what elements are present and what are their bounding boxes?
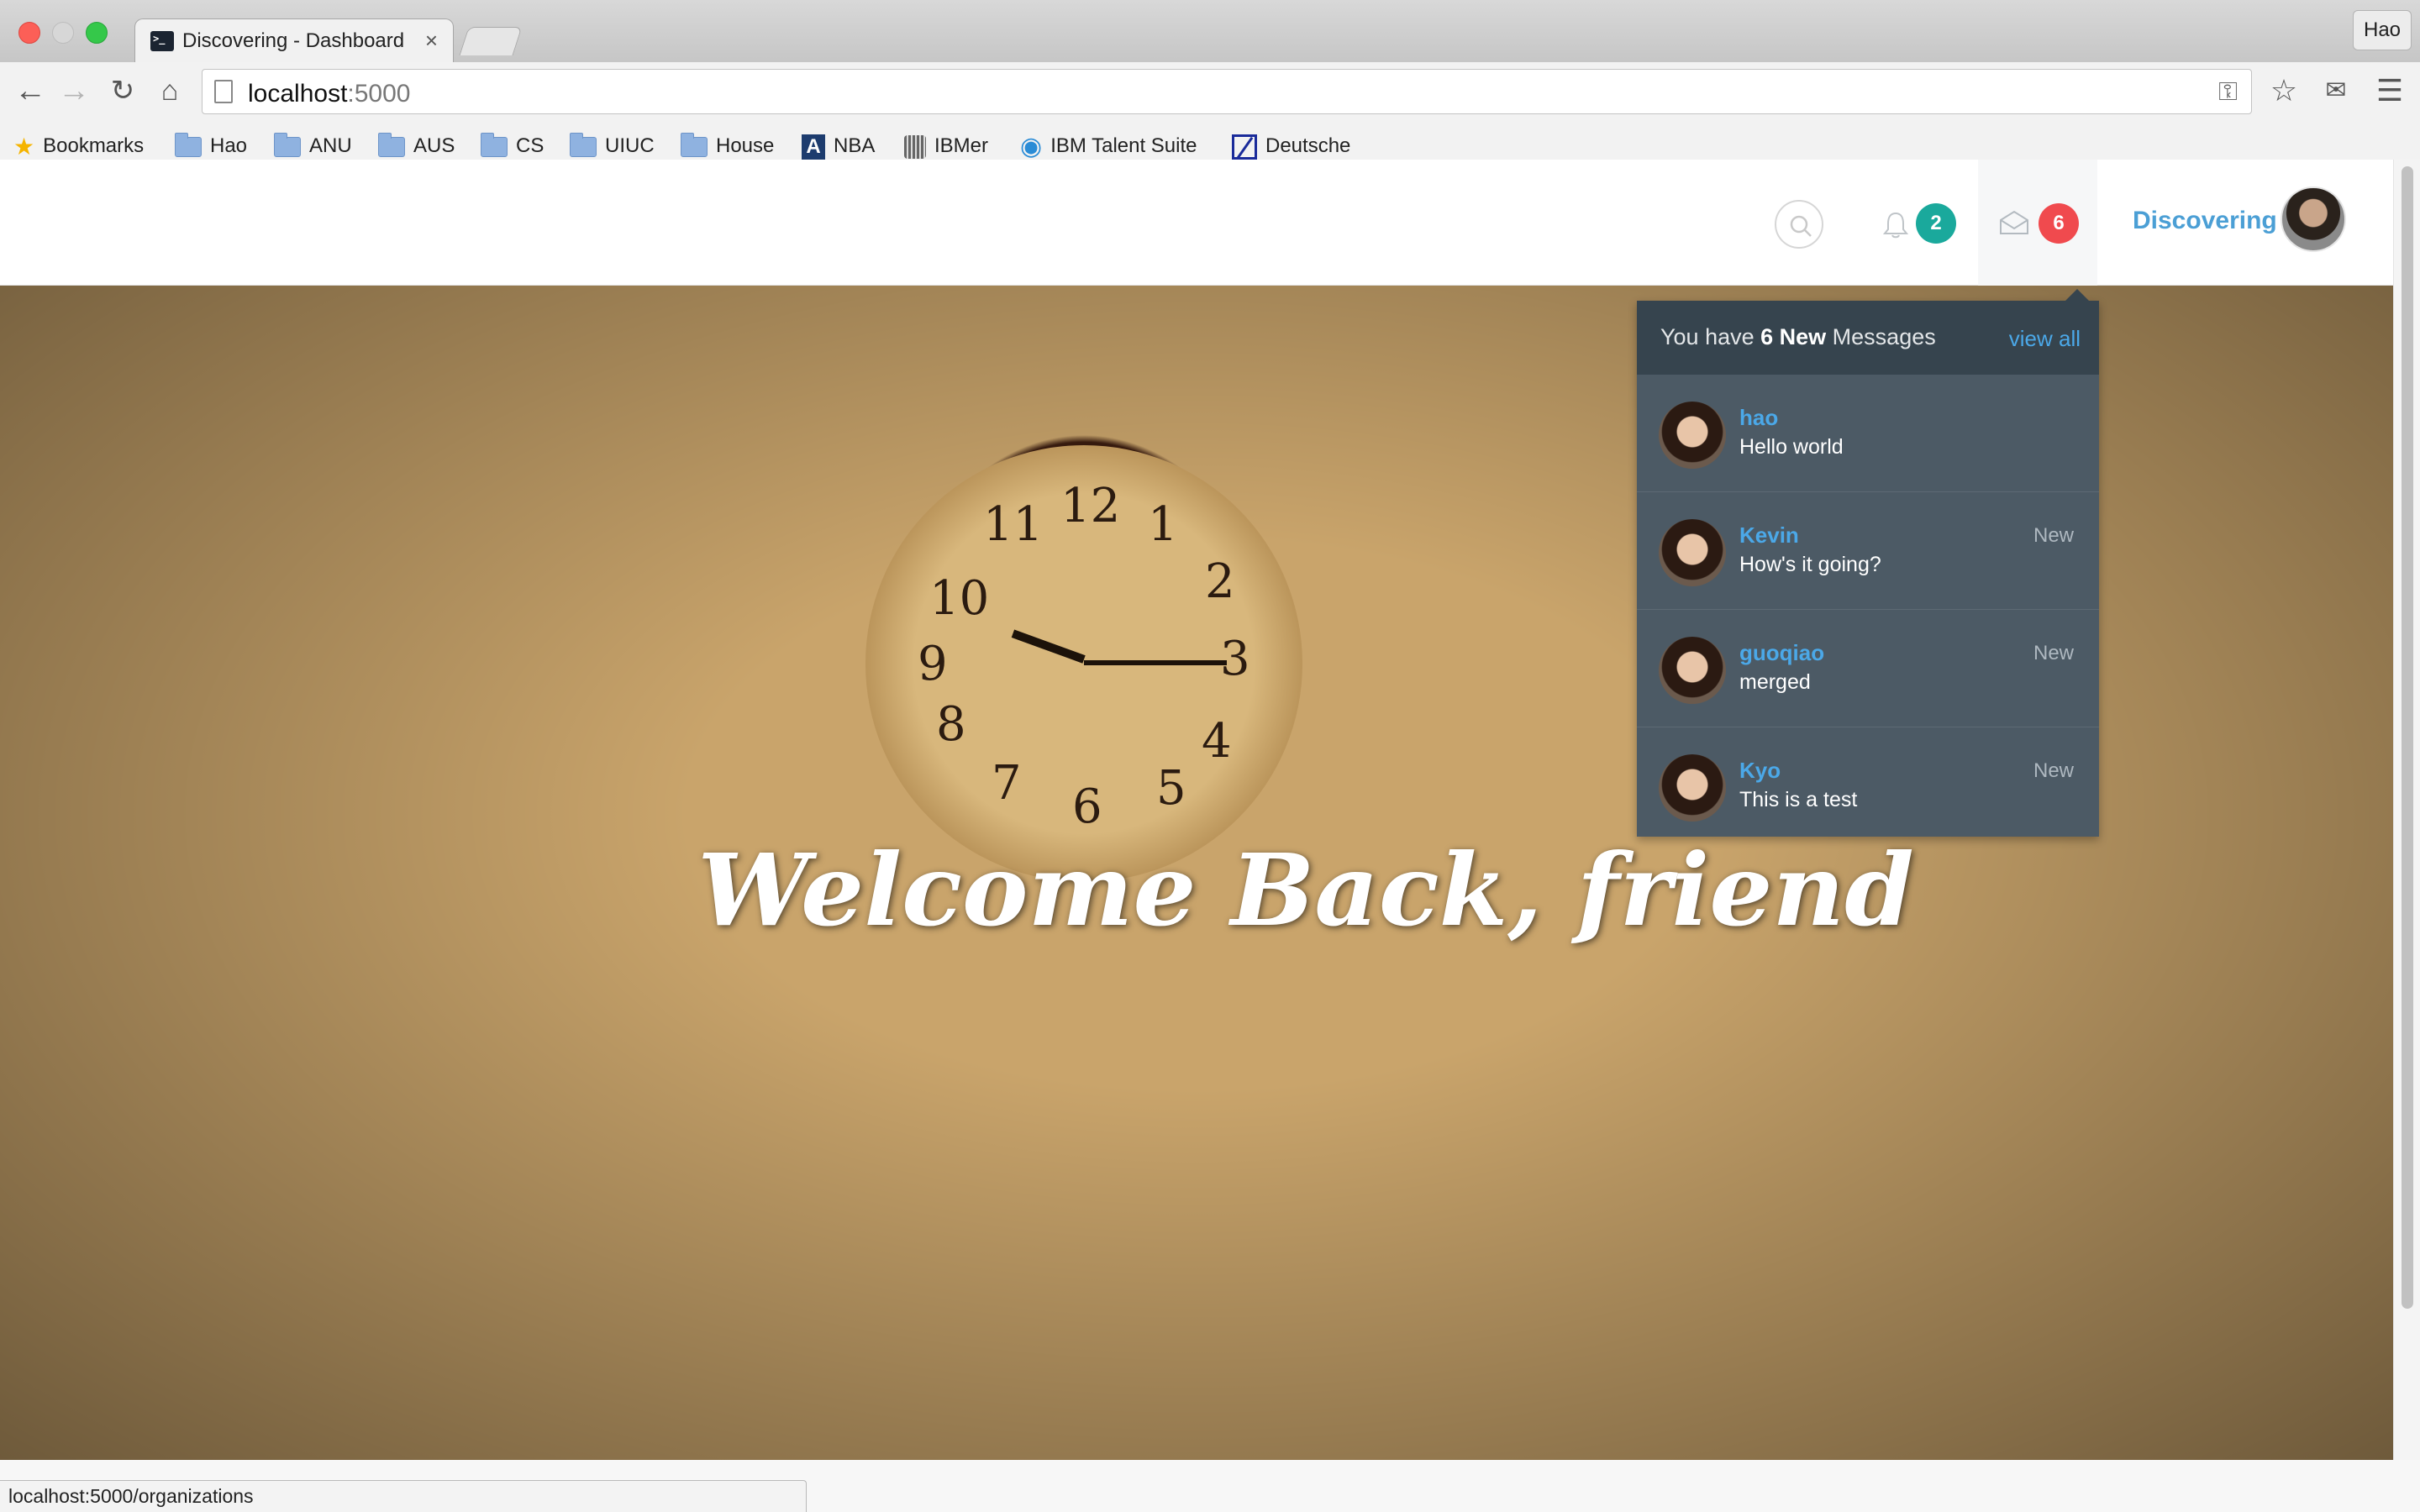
address-bar[interactable]: localhost:5000 ⚿: [202, 69, 2252, 114]
avatar: [1659, 637, 1726, 704]
app-header: 2 6 Discovering: [0, 160, 2393, 286]
welcome-heading: Welcome Back, friend: [697, 832, 1914, 948]
message-item[interactable]: Kevin How's it going? New: [1637, 492, 2099, 610]
new-tab-button[interactable]: [459, 27, 523, 55]
bulb-icon: ◉: [1020, 132, 1043, 160]
deutsche-icon: [1232, 134, 1257, 160]
message-status: New: [2033, 524, 2074, 547]
nba-icon: A: [802, 134, 825, 160]
message-preview: How's it going?: [1739, 553, 1881, 576]
notifications-button[interactable]: 2: [1881, 203, 1968, 245]
mail-extension-icon[interactable]: ✉: [2317, 72, 2354, 109]
profile-button[interactable]: Hao: [2353, 10, 2412, 50]
avatar: [1659, 754, 1726, 822]
avatar: [1659, 519, 1726, 586]
user-avatar[interactable]: [2281, 186, 2346, 252]
folder-icon: [681, 132, 708, 157]
tab-dashboard[interactable]: Discovering - Dashboard ×: [134, 18, 454, 64]
bookmark-bookmarks[interactable]: ★ Bookmarks: [13, 129, 144, 163]
bookmark-house[interactable]: House: [681, 129, 774, 163]
terminal-favicon-icon: [150, 31, 174, 51]
back-arrow-icon[interactable]: ←: [13, 74, 47, 108]
notifications-badge: 2: [1916, 203, 1956, 244]
page-icon: [214, 80, 233, 103]
message-sender: Kyo: [1739, 758, 1781, 783]
status-bar-url: localhost:5000/organizations: [0, 1480, 807, 1512]
menu-icon[interactable]: ☰: [2371, 72, 2408, 109]
search-button[interactable]: [1775, 200, 1823, 249]
tab-title: Discovering - Dashboard: [182, 29, 405, 52]
bookmark-ibmer[interactable]: IBMer: [904, 129, 988, 163]
close-window-button[interactable]: [18, 22, 40, 44]
folder-icon: [570, 132, 597, 157]
folder-icon: [378, 132, 405, 157]
message-sender: Kevin: [1739, 522, 1799, 548]
message-item[interactable]: hao Hello world: [1637, 375, 2099, 492]
bookmark-aus[interactable]: AUS: [378, 129, 455, 163]
key-icon[interactable]: ⚿: [2218, 78, 2238, 107]
messages-dropdown-header: You have 6 New Messages view all: [1637, 301, 2099, 375]
bookmark-deutsche[interactable]: Deutsche: [1232, 129, 1350, 163]
message-preview: Hello world: [1739, 435, 1844, 459]
message-preview: This is a test: [1739, 788, 1858, 811]
user-name-link[interactable]: Discovering: [2133, 207, 2277, 235]
clock-illustration: 12 11 1 10 2 3 4 5 6 7 8 9: [865, 445, 1302, 882]
avatar: [1659, 402, 1726, 469]
maximize-window-button[interactable]: [86, 22, 108, 44]
ibmer-icon: [904, 134, 926, 159]
message-sender: guoqiao: [1739, 640, 1825, 665]
folder-icon: [481, 132, 508, 157]
bookmark-nba[interactable]: A NBA: [802, 129, 875, 163]
message-status: New: [2033, 642, 2074, 664]
bookmark-ibm-talent-suite[interactable]: ◉ IBM Talent Suite: [1020, 129, 1197, 163]
messages-summary: You have 6 New Messages: [1660, 324, 1936, 349]
bookmark-hao[interactable]: Hao: [175, 129, 247, 163]
bookmark-cs[interactable]: CS: [481, 129, 544, 163]
forward-arrow-icon[interactable]: →: [57, 74, 91, 108]
scrollbar-thumb[interactable]: [2402, 166, 2413, 1309]
messages-button[interactable]: 6: [1978, 160, 2097, 286]
bookmark-anu[interactable]: ANU: [274, 129, 352, 163]
folder-icon: [175, 132, 202, 157]
message-status: New: [2033, 759, 2074, 782]
message-item[interactable]: Kyo This is a test New: [1637, 727, 2099, 837]
search-icon: [1790, 215, 1812, 237]
reload-icon[interactable]: ↻: [106, 74, 139, 108]
message-sender: hao: [1739, 405, 1779, 430]
envelope-icon: [2000, 210, 2028, 234]
url-text: localhost:5000: [248, 80, 411, 108]
view-all-link[interactable]: view all: [2009, 326, 2081, 352]
message-item[interactable]: guoqiao merged New: [1637, 610, 2099, 727]
page-viewport: 2 6 Discovering 12 11 1 10 2 3 4 5 6 7 8…: [0, 160, 2393, 1460]
star-icon: ★: [13, 133, 35, 160]
folder-icon: [274, 132, 301, 157]
page-scrollbar[interactable]: [2393, 160, 2420, 1460]
messages-dropdown: You have 6 New Messages view all hao Hel…: [1637, 289, 2099, 837]
browser-titlebar: Discovering - Dashboard × Hao: [0, 0, 2420, 64]
minimize-window-button[interactable]: [52, 22, 74, 44]
bell-icon: [1882, 212, 1909, 239]
home-icon[interactable]: ⌂: [153, 74, 187, 108]
bookmark-uiuc[interactable]: UIUC: [570, 129, 655, 163]
message-preview: merged: [1739, 670, 1811, 694]
bookmark-star-icon[interactable]: ☆: [2265, 72, 2302, 109]
tab-close-icon[interactable]: ×: [425, 28, 438, 54]
messages-badge: 6: [2039, 203, 2079, 244]
